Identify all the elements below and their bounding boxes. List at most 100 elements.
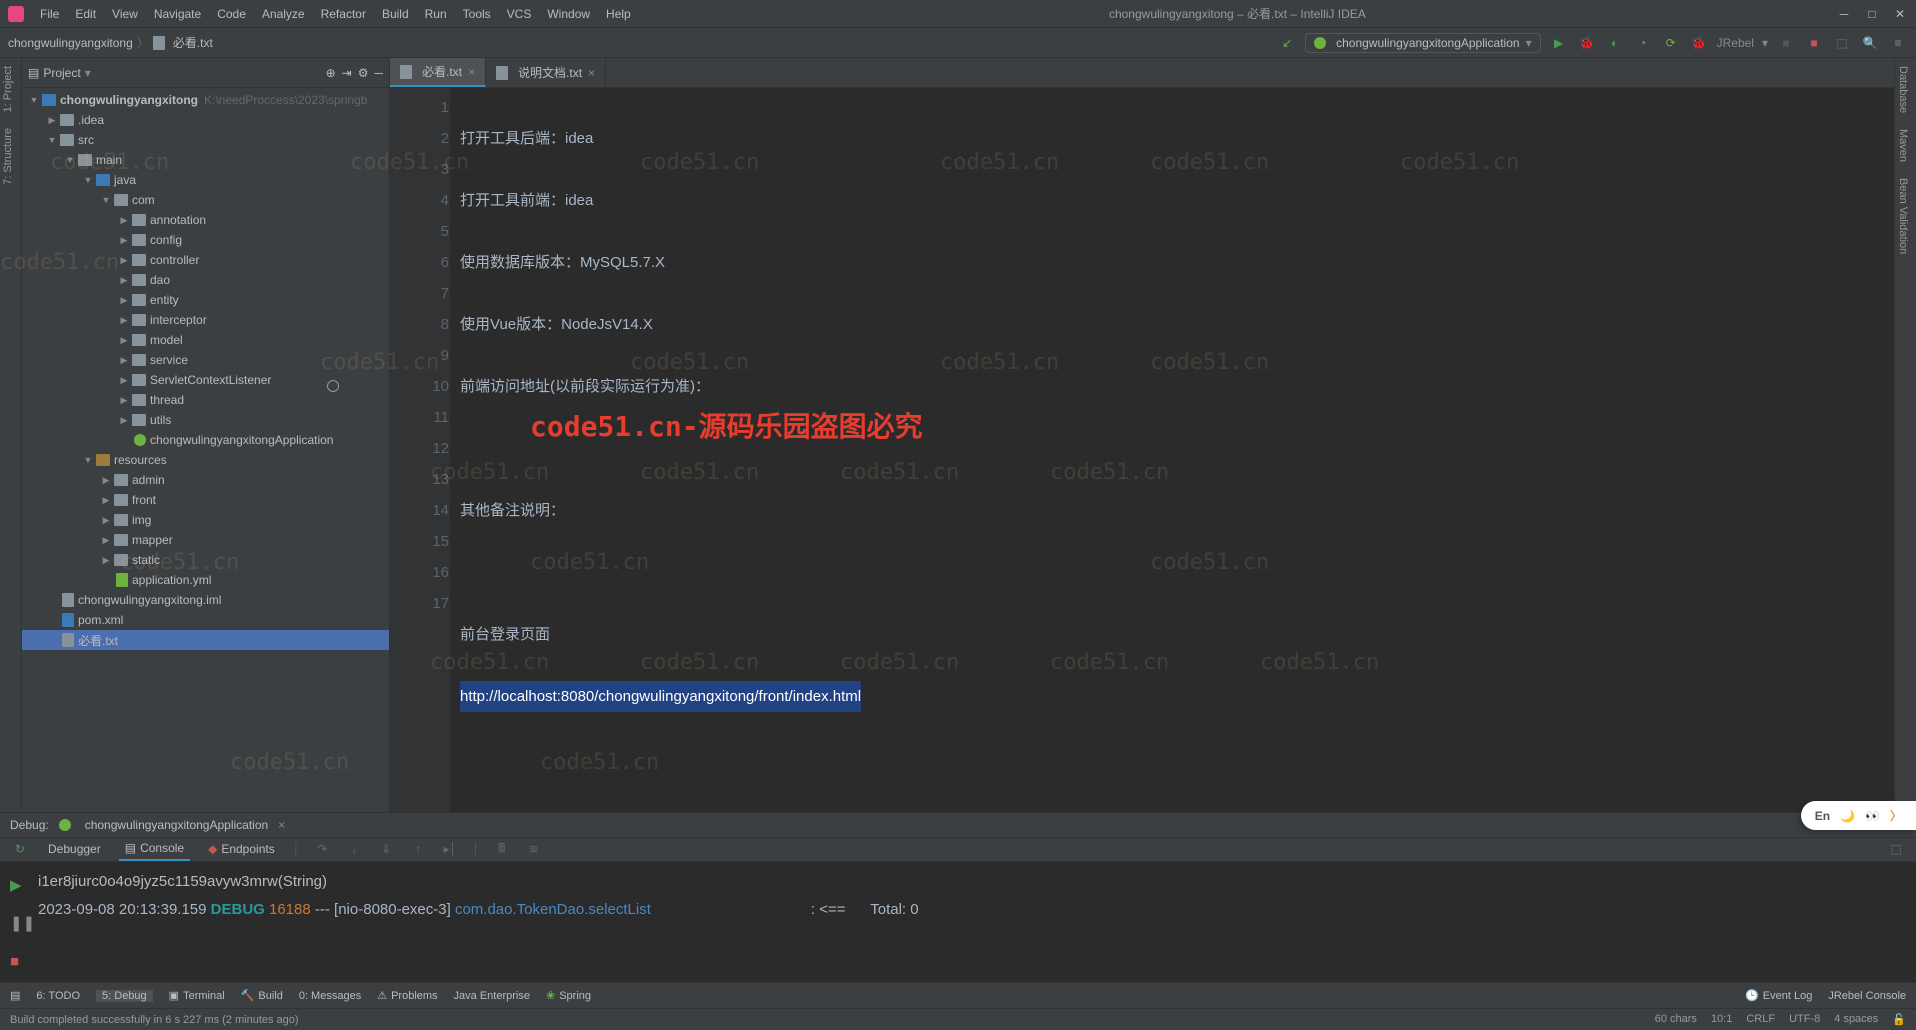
collapse-icon[interactable]: ▶ (116, 315, 132, 326)
chevron-down-icon[interactable]: ▾ (85, 66, 91, 80)
expand-icon[interactable]: ▼ (98, 195, 114, 205)
profile-button[interactable]: ◔ (1633, 33, 1653, 53)
menu-vcs[interactable]: VCS (499, 0, 540, 27)
chevron-down-icon[interactable]: ▾ (1762, 36, 1768, 50)
tree-application-class[interactable]: chongwulingyangxitongApplication (22, 430, 389, 450)
bottom-tab-problems[interactable]: ⚠Problems (377, 989, 437, 1002)
tool-tab-database[interactable]: Database (1895, 58, 1911, 121)
evaluate-icon[interactable]: 🖩 (492, 839, 512, 859)
hammer-icon[interactable]: ↙ (1277, 33, 1297, 53)
bottom-tab-terminal[interactable]: ▣Terminal (169, 989, 225, 1002)
status-line-sep[interactable]: CRLF (1746, 1013, 1775, 1026)
tree-pkg-entity[interactable]: ▶entity (22, 290, 389, 310)
rerun-icon[interactable]: ↻ (10, 839, 30, 859)
tab-shuoming[interactable]: 说明文档.txt × (486, 58, 606, 87)
collapse-icon[interactable]: ▶ (98, 535, 114, 546)
bottom-tab-eventlog[interactable]: 🕒Event Log (1745, 989, 1812, 1002)
minimize-icon[interactable]: ─ (1836, 7, 1852, 21)
expand-icon[interactable]: ▼ (44, 135, 60, 145)
tree-pkg-model[interactable]: ▶model (22, 330, 389, 350)
tree-res-front[interactable]: ▶front (22, 490, 389, 510)
minimize-panel-icon[interactable]: ─ (374, 66, 383, 80)
pause-icon[interactable]: ❚❚ (10, 910, 38, 938)
collapse-icon[interactable]: ▶ (116, 215, 132, 226)
tool-tab-beanvalidation[interactable]: Bean Validation (1895, 170, 1911, 262)
menu-tools[interactable]: Tools (455, 0, 499, 27)
expand-icon[interactable]: 〉 (1890, 807, 1902, 824)
collapse-icon[interactable]: ▤ (10, 989, 20, 1002)
tree-res-admin[interactable]: ▶admin (22, 470, 389, 490)
tree-com[interactable]: ▼com (22, 190, 389, 210)
tab-bikan[interactable]: 必看.txt × (390, 58, 486, 87)
emoji-icon[interactable]: 👀 (1865, 809, 1880, 823)
menu-navigate[interactable]: Navigate (146, 0, 209, 27)
step-out-icon[interactable]: ↑ (408, 839, 428, 859)
settings-icon[interactable]: ≡ (1888, 33, 1908, 53)
tool-tab-project[interactable]: 1: Project (0, 58, 16, 120)
stop-icon[interactable]: ■ (10, 948, 38, 976)
collapse-icon[interactable]: ▶ (98, 555, 114, 566)
expand-icon[interactable]: ▼ (62, 155, 78, 165)
tree-root[interactable]: ▼ chongwulingyangxitong K:\needProccess\… (22, 90, 389, 110)
menu-window[interactable]: Window (539, 0, 598, 27)
bottom-tab-javaee[interactable]: Java Enterprise (454, 990, 530, 1002)
tree-src[interactable]: ▼src (22, 130, 389, 150)
force-step-into-icon[interactable]: ⇓ (376, 839, 396, 859)
collapse-icon[interactable]: ▶ (44, 115, 60, 126)
menu-refactor[interactable]: Refactor (313, 0, 374, 27)
code-line[interactable]: 打开工具前端：idea (460, 185, 1884, 216)
tree-pom[interactable]: pom.xml (22, 610, 389, 630)
collapse-icon[interactable]: ▶ (116, 295, 132, 306)
tree-pkg-annotation[interactable]: ▶annotation (22, 210, 389, 230)
trace-icon[interactable]: ≋ (524, 839, 544, 859)
tree-application-yml[interactable]: application.yml (22, 570, 389, 590)
code-line[interactable]: 前台登录页面 (460, 619, 1884, 650)
moon-icon[interactable]: 🌙 (1840, 809, 1855, 823)
code-line[interactable]: 使用数据库版本：MySQL5.7.X (460, 247, 1884, 278)
tree-res-mapper[interactable]: ▶mapper (22, 530, 389, 550)
tree-bikan[interactable]: 必看.txt (22, 630, 389, 650)
tree-iml[interactable]: chongwulingyangxitong.iml (22, 590, 389, 610)
project-tree[interactable]: ▼ chongwulingyangxitong K:\needProccess\… (22, 88, 389, 812)
step-into-icon[interactable]: ↓ (344, 839, 364, 859)
run-to-cursor-icon[interactable]: ▸│ (440, 839, 460, 859)
layout-icon[interactable]: ⬚ (1832, 33, 1852, 53)
code-line[interactable]: 打开工具后端：idea (460, 123, 1884, 154)
debug-console[interactable]: ▶ ❚❚ ■ i1er8jiurc0o4o9jyz5c1159avyw3mrw(… (0, 862, 1916, 982)
collapse-icon[interactable]: ▶ (116, 275, 132, 286)
collapse-icon[interactable]: ▶ (116, 335, 132, 346)
code-line[interactable] (460, 557, 1884, 588)
bottom-tab-spring[interactable]: ❀Spring (546, 989, 591, 1002)
bottom-tab-todo[interactable]: 6: TODO (36, 990, 80, 1002)
status-caret[interactable]: 10:1 (1711, 1013, 1732, 1026)
code-line[interactable]: 后台登录页面 (460, 805, 1884, 812)
tree-pkg-interceptor[interactable]: ▶interceptor (22, 310, 389, 330)
menu-code[interactable]: Code (209, 0, 254, 27)
collapse-icon[interactable]: ▶ (98, 495, 114, 506)
code-line[interactable]: 前端访问地址(以前段实际运行为准)： (460, 371, 1884, 402)
menu-help[interactable]: Help (598, 0, 639, 27)
tree-pkg-servletcontextlistener[interactable]: ▶ServletContextListener (22, 370, 389, 390)
status-encoding[interactable]: UTF-8 (1789, 1013, 1820, 1026)
collapse-icon[interactable]: ▶ (116, 415, 132, 426)
debug-tab-debugger[interactable]: Debugger (42, 838, 107, 862)
collapse-icon[interactable]: ⇥ (342, 66, 352, 80)
expand-icon[interactable]: ▼ (80, 455, 96, 465)
step-over-icon[interactable]: ↷ (312, 839, 332, 859)
bottom-tab-build[interactable]: 🔨Build (241, 989, 283, 1002)
menu-file[interactable]: File (32, 0, 67, 27)
locate-icon[interactable]: ⊕ (326, 66, 336, 80)
jrebel-run-icon[interactable]: ⟳ (1661, 33, 1681, 53)
collapse-icon[interactable]: ▶ (116, 235, 132, 246)
menu-view[interactable]: View (104, 0, 146, 27)
code-text[interactable]: 打开工具后端：idea 打开工具前端：idea 使用数据库版本：MySQL5.7… (450, 88, 1894, 812)
bottom-tab-messages[interactable]: 0: Messages (299, 990, 361, 1002)
code-line-selected[interactable]: http://localhost:8080/chongwulingyangxit… (460, 681, 861, 712)
maximize-icon[interactable]: □ (1864, 7, 1880, 21)
tree-pkg-config[interactable]: ▶config (22, 230, 389, 250)
tree-pkg-dao[interactable]: ▶dao (22, 270, 389, 290)
tool-tab-structure[interactable]: 7: Structure (0, 120, 16, 193)
jrebel-label[interactable]: JRebel (1717, 36, 1754, 50)
close-tab-icon[interactable]: × (468, 65, 475, 79)
status-indent[interactable]: 4 spaces (1834, 1013, 1878, 1026)
